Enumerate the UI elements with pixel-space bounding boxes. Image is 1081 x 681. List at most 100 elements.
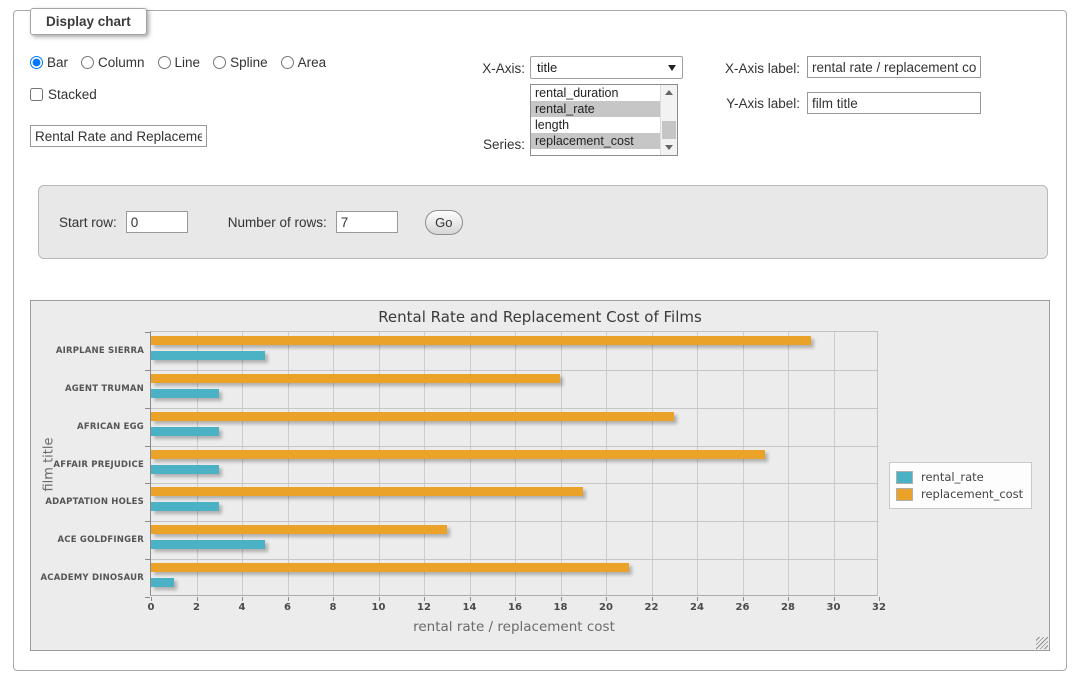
chart-plot-area: 02468101214161820222426283032AIRPLANE SI…: [150, 331, 878, 596]
series-option-rental_duration[interactable]: rental_duration: [531, 85, 677, 101]
chart-type-option-line[interactable]: Line: [158, 55, 201, 70]
x-axis-select-value: title: [537, 60, 668, 75]
fieldset-legend: Display chart: [30, 8, 147, 35]
chart-type-radio-column[interactable]: [81, 56, 94, 69]
gridline-vertical: [697, 332, 698, 595]
bar-replacement_cost: [151, 563, 629, 572]
y-axis-tick: [145, 446, 150, 447]
bar-replacement_cost: [151, 487, 583, 496]
x-tick-label: 12: [407, 602, 441, 613]
bar-rental_rate: [151, 502, 219, 511]
y-axis-tick: [145, 521, 150, 522]
chart-type-option-area[interactable]: Area: [281, 55, 327, 70]
scroll-up-button[interactable]: [661, 85, 677, 100]
x-tick-label: 20: [589, 602, 623, 613]
y-category-label: AFRICAN EGG: [32, 422, 144, 432]
gridline-vertical: [788, 332, 789, 595]
chart-type-radio-line[interactable]: [158, 56, 171, 69]
x-axis-tick: [743, 597, 744, 601]
x-axis-tick: [288, 597, 289, 601]
chart-type-option-bar[interactable]: Bar: [30, 55, 68, 70]
start-row-input[interactable]: [126, 211, 188, 233]
dropdown-arrow-icon: [668, 65, 676, 71]
chart-type-label: Area: [298, 55, 327, 70]
bar-rental_rate: [151, 540, 265, 549]
y-axis-tick: [145, 597, 150, 598]
chart-type-option-spline[interactable]: Spline: [213, 55, 268, 70]
x-tick-label: 8: [316, 602, 350, 613]
gridline-horizontal: [151, 408, 877, 409]
series-option-length[interactable]: length: [531, 117, 677, 133]
x-tick-label: 18: [544, 602, 578, 613]
x-axis-caption: X-Axis:: [430, 61, 525, 76]
chart-container: Rental Rate and Replacement Cost of Film…: [30, 300, 1050, 651]
chart-type-label: Column: [98, 55, 145, 70]
chart-type-label: Line: [175, 55, 201, 70]
y-axis-label-caption: Y-Axis label:: [697, 96, 800, 111]
series-option-rental_rate[interactable]: rental_rate: [531, 101, 677, 117]
legend-entry-replacement_cost: replacement_cost: [896, 487, 1023, 501]
x-tick-label: 28: [771, 602, 805, 613]
chart-type-radio-spline[interactable]: [213, 56, 226, 69]
x-tick-label: 14: [453, 602, 487, 613]
series-option-replacement_cost[interactable]: replacement_cost: [531, 133, 677, 149]
y-category-label: ACE GOLDFINGER: [32, 535, 144, 545]
stacked-checkbox[interactable]: [30, 88, 43, 101]
fieldset-legend-label: Display chart: [46, 14, 131, 29]
y-axis-tick: [145, 483, 150, 484]
y-axis-tick: [145, 332, 150, 333]
bar-rental_rate: [151, 578, 174, 587]
x-axis-tick: [652, 597, 653, 601]
x-axis-label-caption: X-Axis label:: [697, 61, 800, 76]
number-of-rows-caption: Number of rows:: [228, 215, 327, 230]
bar-rental_rate: [151, 465, 219, 474]
series-caption: Series:: [430, 137, 525, 152]
x-axis-tick: [606, 597, 607, 601]
y-category-label: AIRPLANE SIERRA: [32, 346, 144, 356]
bar-replacement_cost: [151, 525, 447, 534]
gridline-vertical: [288, 332, 289, 595]
chart-type-label: Bar: [47, 55, 68, 70]
y-category-label: ACADEMY DINOSAUR: [32, 573, 144, 583]
gridline-vertical: [743, 332, 744, 595]
gridline-vertical: [333, 332, 334, 595]
start-row-caption: Start row:: [59, 215, 117, 230]
go-button[interactable]: Go: [425, 210, 463, 235]
x-axis-tick: [151, 597, 152, 601]
series-scrollbar[interactable]: [660, 85, 677, 155]
scroll-down-button[interactable]: [661, 140, 677, 155]
chart-type-option-column[interactable]: Column: [81, 55, 145, 70]
series-listbox[interactable]: rental_durationrental_ratelengthreplacem…: [530, 84, 678, 156]
legend-label: rental_rate: [921, 470, 984, 484]
x-axis-tick: [197, 597, 198, 601]
row-range-panel: Start row: Number of rows: Go: [38, 185, 1048, 259]
gridline-horizontal: [151, 559, 877, 560]
x-tick-label: 24: [680, 602, 714, 613]
stacked-label: Stacked: [48, 87, 97, 102]
chart-title-input[interactable]: [30, 125, 207, 147]
gridline-horizontal: [151, 446, 877, 447]
chart-type-radio-bar[interactable]: [30, 56, 43, 69]
bar-rental_rate: [151, 351, 265, 360]
bar-replacement_cost: [151, 374, 560, 383]
gridline-vertical: [606, 332, 607, 595]
x-tick-label: 32: [862, 602, 896, 613]
x-tick-label: 16: [498, 602, 532, 613]
x-tick-label: 0: [134, 602, 168, 613]
gridline-horizontal: [151, 521, 877, 522]
stacked-row: Stacked: [30, 87, 97, 102]
gridline-vertical: [515, 332, 516, 595]
number-of-rows-input[interactable]: [336, 211, 398, 233]
x-tick-label: 4: [225, 602, 259, 613]
y-axis-tick: [145, 559, 150, 560]
gridline-vertical: [561, 332, 562, 595]
resize-grip-icon[interactable]: [1036, 637, 1048, 649]
x-axis-label-input[interactable]: [807, 56, 981, 78]
legend-swatch-replacement_cost: [896, 488, 913, 501]
chart-type-radio-area[interactable]: [281, 56, 294, 69]
y-axis-label-input[interactable]: [807, 92, 981, 114]
gridline-vertical: [424, 332, 425, 595]
scrollbar-thumb[interactable]: [662, 121, 676, 139]
legend-label: replacement_cost: [921, 487, 1023, 501]
x-axis-select[interactable]: title: [530, 56, 683, 79]
